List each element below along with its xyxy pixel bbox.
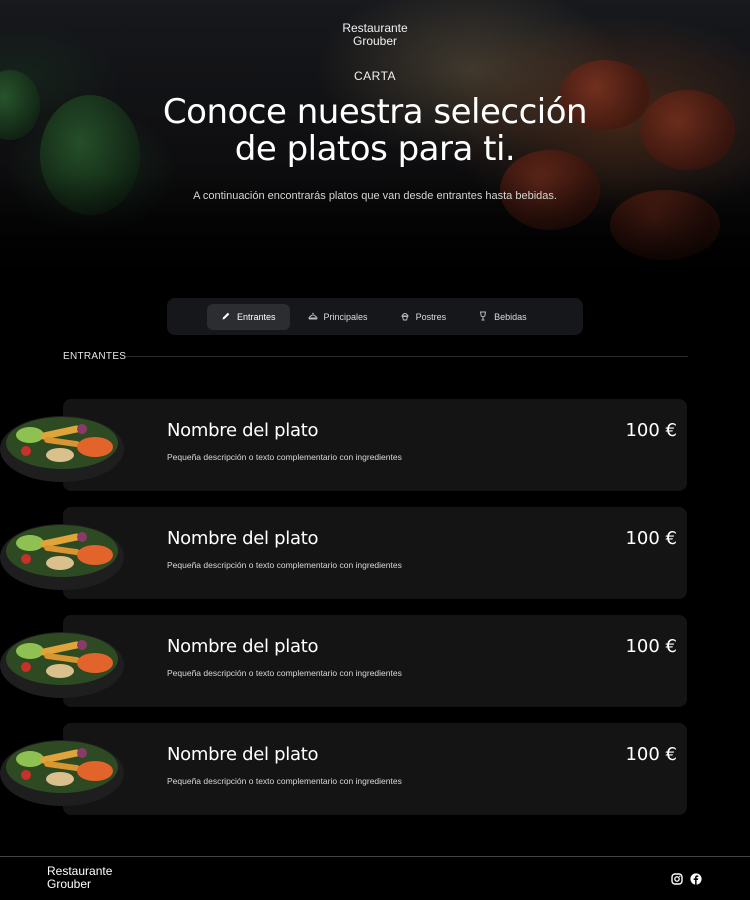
pencil-icon (221, 311, 231, 323)
salad-bowl-image (0, 632, 124, 698)
dish-name: Nombre del plato (167, 744, 319, 765)
salad-bowl-image (0, 416, 124, 482)
brand-line2: Grouber (352, 34, 398, 48)
dish-price: 100 € (625, 420, 677, 441)
brand-logo[interactable]: Restaurante Grouber (0, 22, 750, 48)
section-divider (126, 356, 688, 357)
tab-principales[interactable]: Principales (294, 304, 382, 330)
dish-name: Nombre del plato (167, 420, 319, 441)
dish-name: Nombre del plato (167, 636, 319, 657)
hero-subtitle: A continuación encontrarás platos que va… (193, 190, 557, 202)
salad-bowl-image (0, 524, 124, 590)
dish-name: Nombre del plato (167, 528, 319, 549)
tab-postres[interactable]: Postres (386, 304, 461, 330)
dish-price: 100 € (625, 636, 677, 657)
tab-label: Principales (323, 311, 368, 322)
footer: Restaurante Grouber (0, 856, 750, 900)
dish-card[interactable]: Nombre del plato Pequeña descripción o t… (63, 723, 687, 815)
dish-price: 100 € (625, 744, 677, 765)
footer-brand-line2: Grouber (47, 877, 92, 891)
tab-entrantes[interactable]: Entrantes (207, 303, 290, 330)
title-line2: de platos para ti. (234, 129, 516, 169)
dish-price: 100 € (625, 528, 677, 549)
dish-card[interactable]: Nombre del plato Pequeña descripción o t… (63, 507, 687, 599)
page-title: Conoce nuestra selección de platos para … (0, 94, 750, 168)
hero-eyebrow: CARTA (353, 69, 397, 83)
instagram-icon[interactable] (671, 873, 683, 885)
tab-label: Bebidas (494, 311, 527, 322)
dish-card[interactable]: Nombre del plato Pequeña descripción o t… (63, 615, 687, 707)
dish-description: Pequeña descripción o texto complementar… (167, 776, 402, 786)
section-heading: ENTRANTES (63, 351, 127, 362)
dish-description: Pequeña descripción o texto complementar… (167, 560, 402, 570)
dish-description: Pequeña descripción o texto complementar… (167, 452, 402, 462)
facebook-icon[interactable] (690, 873, 702, 885)
title-line1: Conoce nuestra selección (162, 92, 588, 132)
footer-brand-logo[interactable]: Restaurante Grouber (47, 865, 112, 891)
dish-description: Pequeña descripción o texto complementar… (167, 668, 402, 678)
hero-banner: Restaurante Grouber CARTA Conoce nuestra… (0, 0, 750, 290)
salad-bowl-image (0, 740, 124, 806)
tab-label: Postres (415, 311, 447, 322)
tab-label: Entrantes (237, 311, 276, 322)
category-tabs: Entrantes Principales Postres Bebidas (167, 298, 583, 335)
tab-bebidas[interactable]: Bebidas (464, 304, 541, 330)
dish-card[interactable]: Nombre del plato Pequeña descripción o t… (63, 399, 687, 491)
dish-icon (307, 311, 318, 323)
cupcake-icon (400, 311, 410, 323)
drink-icon (478, 311, 488, 323)
